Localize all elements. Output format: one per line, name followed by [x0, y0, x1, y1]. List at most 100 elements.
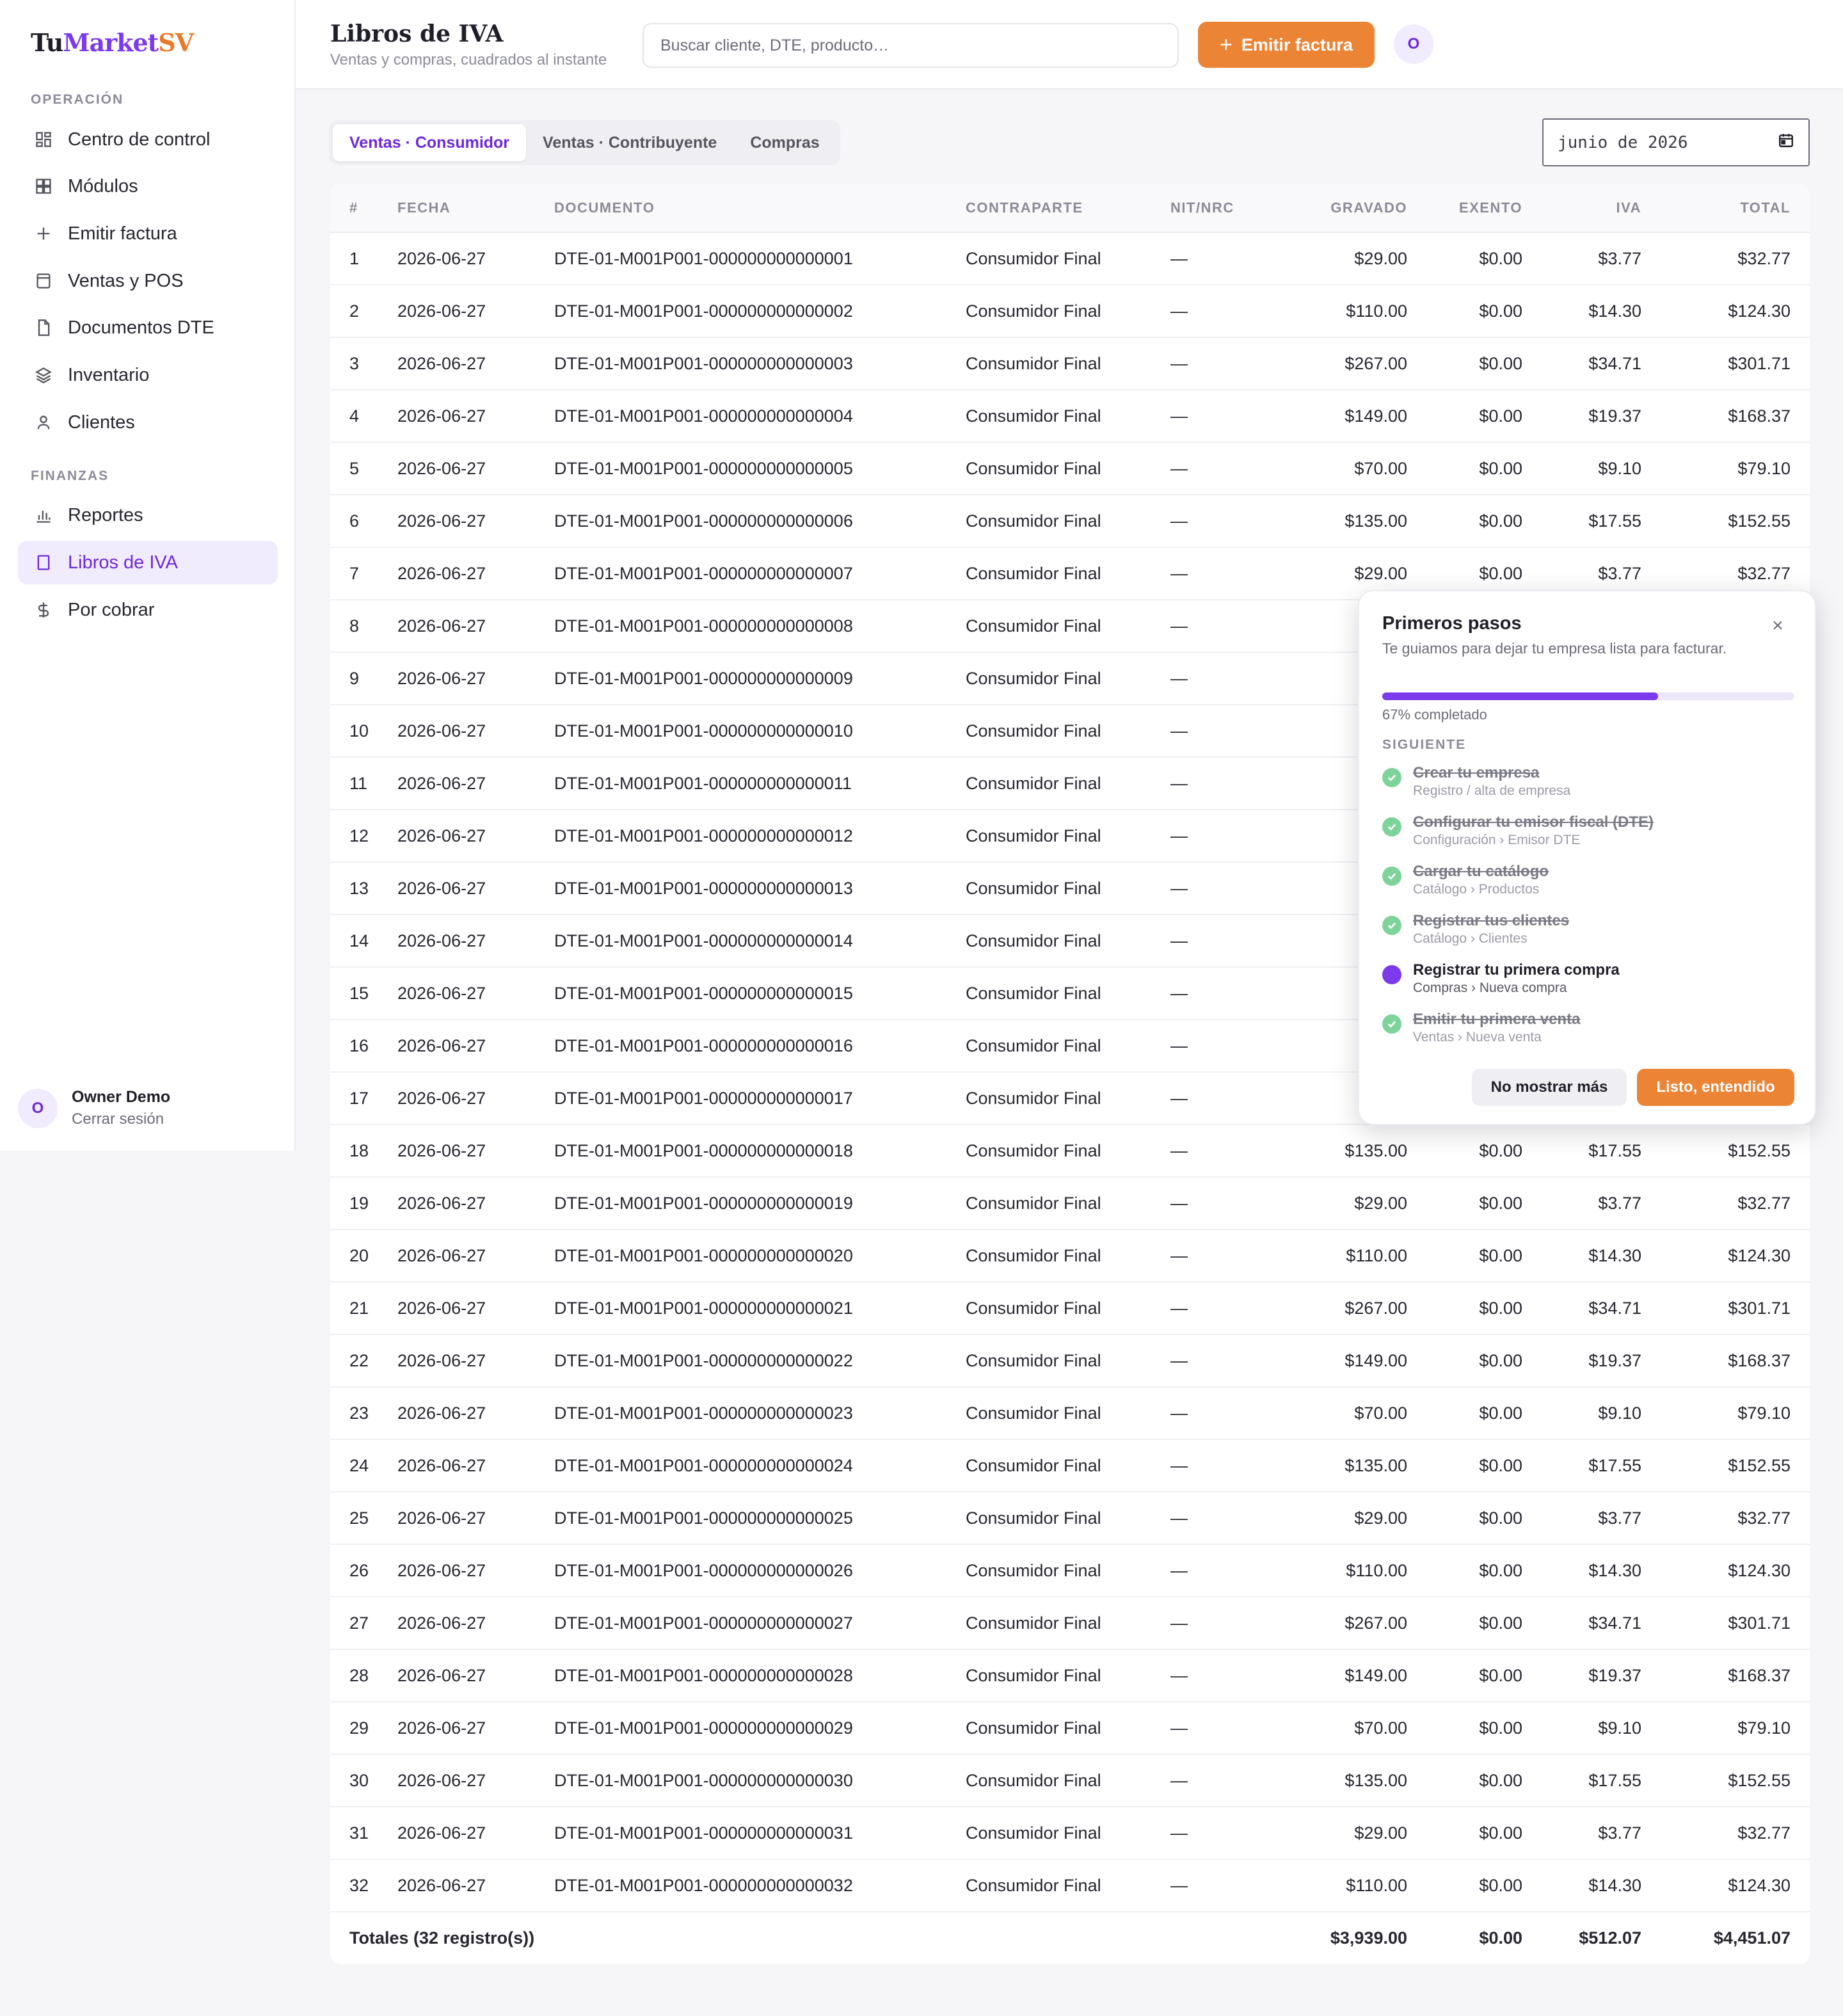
sidebar-item-label: Libros de IVA	[68, 552, 178, 573]
sidebar-item-documentos-dte[interactable]: Documentos DTE	[18, 306, 278, 349]
logout-link[interactable]: Cerrar sesión	[72, 1110, 170, 1128]
sidebar-item-libros-de-iva[interactable]: Libros de IVA	[18, 541, 278, 584]
total-exento: $0.00	[1479, 1928, 1522, 1948]
sidebar-item-por-cobrar[interactable]: Por cobrar	[18, 588, 278, 632]
period-value: junio de 2026	[1558, 132, 1688, 152]
cell-number: 10	[330, 705, 397, 758]
sidebar-item-clientes[interactable]: Clientes	[18, 401, 278, 444]
table-row[interactable]: 4 2026-06-27 DTE-01-M001P001-0000000000000…	[330, 390, 1810, 443]
sidebar-item-label: Por cobrar	[68, 599, 155, 620]
onboarding-step[interactable]: Emitir tu primera venta Ventas › Nueva ve…	[1382, 1011, 1580, 1045]
cell-nit: —	[1170, 285, 1276, 338]
col-header-iva: IVA	[1522, 184, 1641, 233]
onboarding-progress-label: 67% completado	[1382, 707, 1487, 723]
table-row[interactable]: 1 2026-06-27 DTE-01-M001P001-0000000000000…	[330, 232, 1810, 285]
sidebar-item-inventario[interactable]: Inventario	[18, 353, 278, 397]
cell-number: 18	[330, 1124, 397, 1178]
cell-fecha: 2026-06-27	[397, 1702, 554, 1755]
col-header-total: TOTAL	[1641, 184, 1810, 233]
brand-logo[interactable]: TuMarketSV	[31, 28, 194, 57]
cell-contraparte: Consumidor Final	[966, 1334, 1170, 1388]
cell-contraparte: Consumidor Final	[966, 1072, 1170, 1125]
cell-contraparte: Consumidor Final	[966, 600, 1170, 653]
cell-nit: —	[1170, 810, 1276, 863]
cell-gravado: $110.00	[1276, 1229, 1407, 1283]
table-row[interactable]: 27 2026-06-27 DTE-01-M001P001-000000000000…	[330, 1597, 1810, 1650]
table-row[interactable]: 5 2026-06-27 DTE-01-M001P001-0000000000000…	[330, 442, 1810, 495]
table-row[interactable]: 31 2026-06-27 DTE-01-M001P001-000000000000…	[330, 1807, 1810, 1860]
cell-contraparte: Consumidor Final	[966, 285, 1170, 338]
section-label-operacion: OPERACIÓN	[31, 92, 124, 107]
sidebar-item-reportes[interactable]: Reportes	[18, 493, 278, 537]
emit-invoice-button[interactable]: + Emitir factura	[1198, 22, 1375, 68]
table-row[interactable]: 25 2026-06-27 DTE-01-M001P001-000000000000…	[330, 1492, 1810, 1545]
cell-contraparte: Consumidor Final	[966, 1492, 1170, 1545]
tab-ventas-contribuyente[interactable]: Ventas · Contribuyente	[526, 124, 733, 161]
cell-nit: —	[1170, 1439, 1276, 1492]
cell-fecha: 2026-06-27	[397, 285, 554, 338]
table-row[interactable]: 26 2026-06-27 DTE-01-M001P001-000000000000…	[330, 1544, 1810, 1597]
cell-fecha: 2026-06-27	[397, 652, 554, 705]
cell-fecha: 2026-06-27	[397, 1439, 554, 1492]
close-icon[interactable]: ×	[1766, 614, 1789, 637]
sidebar-item-centro-de-control[interactable]: Centro de control	[18, 118, 278, 161]
avatar[interactable]: O	[1394, 24, 1433, 64]
cell-fecha: 2026-06-27	[397, 442, 554, 495]
cell-documento: DTE-01-M001P001-000000000000027	[554, 1597, 966, 1650]
table-row[interactable]: 30 2026-06-27 DTE-01-M001P001-000000000000…	[330, 1754, 1810, 1807]
sidebar-item-label: Reportes	[68, 504, 143, 525]
calendar-icon[interactable]	[1778, 132, 1794, 153]
table-row[interactable]: 32 2026-06-27 DTE-01-M001P001-000000000000…	[330, 1859, 1810, 1912]
table-row[interactable]: 29 2026-06-27 DTE-01-M001P001-000000000000…	[330, 1702, 1810, 1755]
sidebar-item-emitir-factura[interactable]: Emitir factura	[18, 212, 278, 255]
table-row[interactable]: 22 2026-06-27 DTE-01-M001P001-000000000000…	[330, 1334, 1810, 1388]
tab-compras[interactable]: Compras	[733, 124, 836, 161]
tab-ventas-consumidor[interactable]: Ventas · Consumidor	[333, 124, 527, 161]
cell-total: $168.37	[1641, 1334, 1810, 1388]
cell-number: 8	[330, 600, 397, 653]
cell-iva: $14.30	[1522, 285, 1641, 338]
sidebar-item-ventas-pos[interactable]: Ventas y POS	[18, 259, 278, 303]
cell-documento: DTE-01-M001P001-000000000000018	[554, 1124, 966, 1178]
sidebar-item-modulos[interactable]: Módulos	[18, 164, 278, 208]
onboarding-step[interactable]: Configurar tu emisor fiscal (DTE) Configu…	[1382, 813, 1654, 848]
table-row[interactable]: 3 2026-06-27 DTE-01-M001P001-0000000000000…	[330, 337, 1810, 390]
table-row[interactable]: 6 2026-06-27 DTE-01-M001P001-0000000000000…	[330, 495, 1810, 548]
cell-total: $168.37	[1641, 390, 1810, 443]
period-picker[interactable]: junio de 2026	[1542, 118, 1810, 166]
table-row[interactable]: 20 2026-06-27 DTE-01-M001P001-000000000000…	[330, 1229, 1810, 1283]
onboarding-step[interactable]: Registrar tus clientes Catálogo › Cliente…	[1382, 912, 1569, 947]
cell-nit: —	[1170, 1124, 1276, 1178]
avatar[interactable]: O	[18, 1088, 58, 1128]
cell-fecha: 2026-06-27	[397, 1754, 554, 1807]
cell-documento: DTE-01-M001P001-000000000000022	[554, 1334, 966, 1388]
step-title: Emitir tu primera venta	[1413, 1011, 1581, 1028]
confirm-button[interactable]: Listo, entendido	[1637, 1069, 1794, 1106]
page-title: Libros de IVA	[330, 20, 504, 47]
cell-number: 21	[330, 1282, 397, 1335]
cell-documento: DTE-01-M001P001-000000000000013	[554, 862, 966, 915]
cell-contraparte: Consumidor Final	[966, 1387, 1170, 1440]
cell-fecha: 2026-06-27	[397, 600, 554, 653]
cell-contraparte: Consumidor Final	[966, 862, 1170, 915]
onboarding-step[interactable]: Registrar tu primera compra Compras › Nue…	[1382, 961, 1620, 996]
search-input[interactable]	[642, 23, 1179, 68]
cell-nit: —	[1170, 1544, 1276, 1597]
cell-exento: $0.00	[1407, 1387, 1522, 1440]
cell-fecha: 2026-06-27	[397, 915, 554, 968]
onboarding-step[interactable]: Cargar tu catálogo Catálogo › Productos	[1382, 863, 1549, 897]
table-row[interactable]: 28 2026-06-27 DTE-01-M001P001-000000000000…	[330, 1649, 1810, 1702]
onboarding-step[interactable]: Crear tu empresa Registro / alta de empre…	[1382, 764, 1570, 799]
layers-icon	[35, 366, 52, 384]
table-row[interactable]: 18 2026-06-27 DTE-01-M001P001-000000000000…	[330, 1124, 1810, 1178]
onboarding-progress-bar	[1382, 692, 1794, 700]
table-row[interactable]: 23 2026-06-27 DTE-01-M001P001-000000000000…	[330, 1387, 1810, 1440]
table-row[interactable]: 21 2026-06-27 DTE-01-M001P001-000000000000…	[330, 1282, 1810, 1335]
table-row[interactable]: 24 2026-06-27 DTE-01-M001P001-000000000000…	[330, 1439, 1810, 1492]
dismiss-button[interactable]: No mostrar más	[1472, 1069, 1627, 1106]
table-row[interactable]: 2 2026-06-27 DTE-01-M001P001-0000000000000…	[330, 285, 1810, 338]
cell-fecha: 2026-06-27	[397, 862, 554, 915]
cell-nit: —	[1170, 337, 1276, 390]
cell-exento: $0.00	[1407, 390, 1522, 443]
table-row[interactable]: 19 2026-06-27 DTE-01-M001P001-000000000000…	[330, 1177, 1810, 1230]
